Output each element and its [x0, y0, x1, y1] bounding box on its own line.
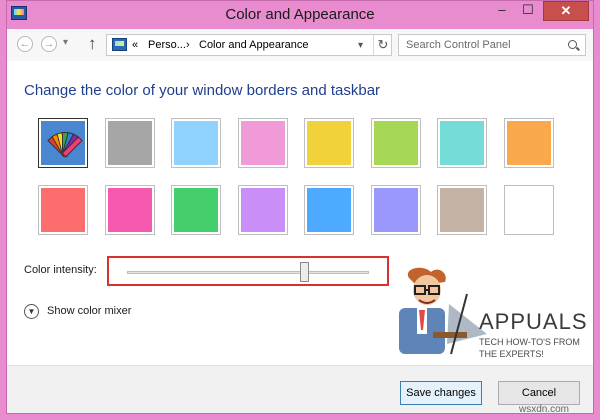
color-intensity-highlight — [107, 256, 389, 286]
forward-arrow-icon[interactable]: → — [41, 36, 57, 52]
breadcrumb-overflow[interactable]: « — [132, 39, 138, 51]
color-swatch-white[interactable] — [504, 185, 554, 235]
color-swatch-teal[interactable] — [437, 118, 487, 168]
search-icon[interactable] — [568, 40, 577, 49]
up-arrow-icon[interactable]: ↑ — [88, 34, 97, 54]
color-intensity-thumb[interactable] — [300, 262, 309, 282]
close-button[interactable]: ✕ — [543, 1, 589, 21]
brand-name: APPUALS — [479, 309, 588, 334]
dialog-footer: Save changes Cancel — [7, 365, 593, 413]
color-swatch-coral-red[interactable] — [38, 185, 88, 235]
color-swatch-pink[interactable] — [238, 118, 288, 168]
show-color-mixer-label[interactable]: Show color mixer — [47, 305, 131, 317]
color-swatch-periwinkle[interactable] — [371, 185, 421, 235]
swatch-fill-blue — [307, 188, 351, 232]
color-swatch-taupe[interactable] — [437, 185, 487, 235]
color-swatch-sky-blue[interactable] — [171, 118, 221, 168]
breadcrumb-personalization[interactable]: Perso... — [148, 39, 186, 51]
breadcrumb-color-and-appearance[interactable]: Color and Appearance — [199, 39, 308, 51]
color-intensity-label: Color intensity: — [24, 264, 97, 276]
swatch-fill-coral-red — [41, 188, 85, 232]
color-swatch-magenta[interactable] — [105, 185, 155, 235]
swatch-fill-teal — [440, 121, 484, 165]
color-swatch-gray[interactable] — [105, 118, 155, 168]
swatch-fill-lime — [374, 121, 418, 165]
color-swatch-lime[interactable] — [371, 118, 421, 168]
maximize-button[interactable]: ☐ — [515, 1, 541, 21]
color-swatch-automatic[interactable] — [38, 118, 88, 168]
brand-tagline-1: TECH HOW-TO'S FROM — [479, 337, 580, 347]
save-changes-button[interactable]: Save changes — [400, 381, 482, 405]
color-intensity-slider[interactable] — [127, 271, 369, 274]
cancel-button[interactable]: Cancel — [498, 381, 580, 405]
color-swatch-yellow[interactable] — [304, 118, 354, 168]
minimize-button[interactable]: – — [489, 1, 515, 21]
color-swatch-green[interactable] — [171, 185, 221, 235]
color-swatch-blue[interactable] — [304, 185, 354, 235]
swatch-fill-pink — [241, 121, 285, 165]
swatch-fill-taupe — [440, 188, 484, 232]
title-bar[interactable]: Color and Appearance – ☐ ✕ — [7, 1, 593, 29]
swatch-fill-violet — [241, 188, 285, 232]
swatch-fill-yellow — [307, 121, 351, 165]
appuals-brand: APPUALS TECH HOW-TO'S FROM THE EXPERTS! — [479, 309, 588, 359]
breadcrumb-separator-icon[interactable]: › — [186, 39, 190, 51]
color-swatch-orange[interactable] — [504, 118, 554, 168]
chevron-down-icon[interactable]: ▼ — [24, 304, 39, 319]
swatch-fill-sky-blue — [174, 121, 218, 165]
swatch-fill-magenta — [108, 188, 152, 232]
color-swatch-violet[interactable] — [238, 185, 288, 235]
brand-tagline-2: THE EXPERTS! — [479, 349, 544, 359]
search-input[interactable]: Search Control Panel — [398, 34, 586, 56]
page-heading: Change the color of your window borders … — [24, 82, 381, 99]
swatch-fill-gray — [108, 121, 152, 165]
navigation-bar: ← → ▾ ↑ « Perso... › Color and Appearanc… — [7, 29, 593, 61]
control-panel-icon — [112, 38, 127, 51]
refresh-icon[interactable]: ↻ — [373, 35, 392, 55]
back-arrow-icon[interactable]: ← — [17, 36, 33, 52]
swatch-fill-orange — [507, 121, 551, 165]
address-bar[interactable]: « Perso... › Color and Appearance ▾ ↻ — [106, 34, 392, 56]
color-appearance-window: Color and Appearance – ☐ ✕ ← → ▾ ↑ « Per… — [6, 0, 594, 414]
recent-locations-dropdown-icon[interactable]: ▾ — [63, 37, 68, 48]
color-fan-icon — [47, 130, 83, 158]
swatch-fill-white — [507, 188, 551, 232]
site-watermark: wsxdn.com — [519, 404, 570, 415]
search-placeholder: Search Control Panel — [406, 39, 511, 51]
swatch-fill-periwinkle — [374, 188, 418, 232]
address-dropdown-icon[interactable]: ▾ — [358, 40, 363, 51]
swatch-fill-green — [174, 188, 218, 232]
swatch-fill-automatic — [41, 121, 85, 165]
